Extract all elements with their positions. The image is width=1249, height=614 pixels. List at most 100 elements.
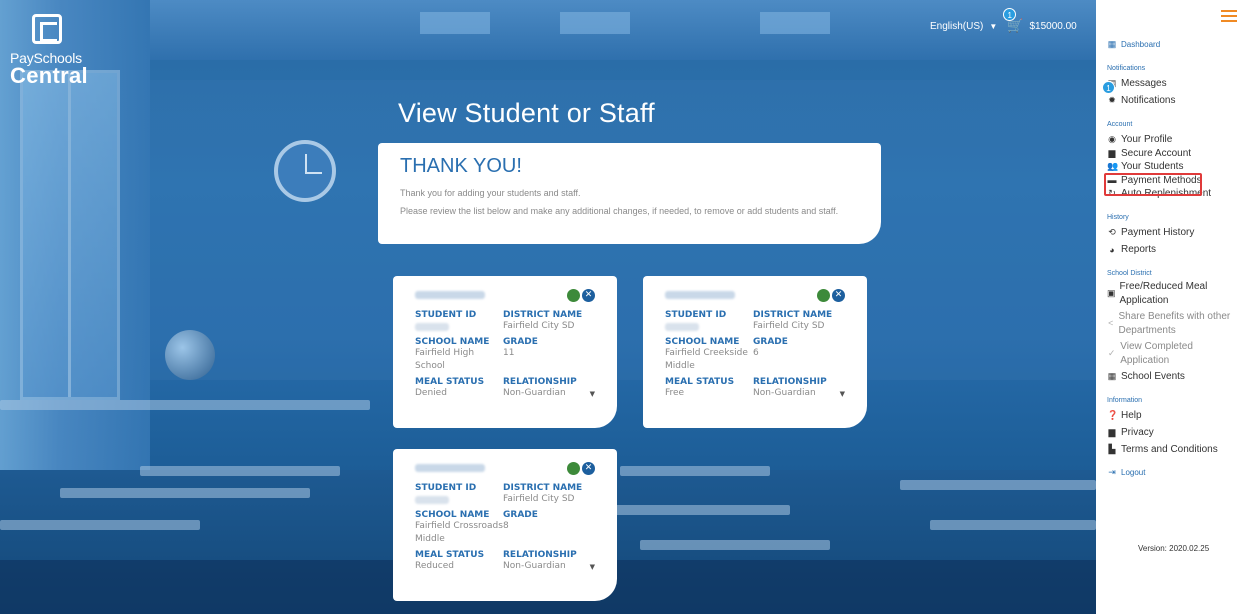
sidebar-item-label: Notifications (1121, 95, 1176, 106)
meal-status-value: Reduced (415, 561, 455, 571)
sidebar-item-help[interactable]: ❓ Help (1107, 407, 1249, 424)
logout-icon: ⇥ (1108, 467, 1116, 477)
school-name-value: Fairfield High School (415, 348, 475, 371)
user-circle-icon: ◉ (1108, 134, 1116, 144)
sidebar-item-label: Messages (1121, 78, 1167, 89)
desk (0, 400, 370, 410)
history-icon: ⟲ (1108, 227, 1116, 237)
section-school-district: School District (1107, 270, 1152, 277)
hamburger-menu-icon[interactable] (1221, 10, 1237, 25)
thank-you-card: THANK YOU! Thank you for adding your stu… (378, 143, 881, 244)
student-id-label: STUDENT ID (415, 483, 477, 493)
school-name-label: SCHOOL NAME (415, 510, 490, 520)
student-id-redacted (415, 323, 449, 331)
student-card: ✕ STUDENT ID DISTRICT NAME Fairfield Cit… (643, 276, 867, 428)
sidebar-item-label: Your Students (1121, 161, 1184, 172)
student-name-redacted (665, 291, 735, 299)
remove-student-button[interactable]: ✕ (582, 288, 595, 302)
messages-badge: 1 (1102, 81, 1115, 94)
sidebar-item-free-reduced-meal[interactable]: ▣ Free/Reduced Meal Application (1107, 280, 1235, 308)
student-id-redacted (665, 323, 699, 331)
logo-line2: Central (10, 63, 88, 88)
cart-button[interactable]: 1 🛒 (1003, 8, 1023, 34)
sidebar-item-notifications[interactable]: ✹ Notifications (1107, 92, 1249, 109)
student-id-label: STUDENT ID (415, 310, 477, 320)
relationship-select[interactable]: Non-Guardian ▼ (503, 560, 595, 573)
student-name-redacted (415, 291, 485, 299)
desk (60, 488, 310, 498)
logout-label: Logout (1121, 468, 1146, 477)
relationship-value: Non-Guardian (503, 561, 566, 571)
desk (0, 520, 200, 530)
section-history: History (1107, 214, 1129, 221)
users-icon: 👥 (1107, 161, 1119, 171)
topbar: English(US) ▼ 1 🛒 $15000.00 (930, 8, 1077, 34)
sidebar-item-label: View Completed Application (1120, 341, 1193, 366)
logo-mark-icon (32, 14, 62, 44)
sidebar-item-reports[interactable]: ◕ Reports (1107, 241, 1249, 258)
chevron-down-icon[interactable]: ▼ (989, 22, 997, 31)
sidebar-item-share-benefits[interactable]: < Share Benefits with other Departments (1107, 310, 1247, 338)
sidebar-item-privacy[interactable]: ▆ Privacy (1107, 424, 1249, 441)
language-select[interactable]: English(US) (930, 21, 983, 32)
status-active-icon[interactable] (817, 288, 830, 302)
logout-link[interactable]: ⇥ Logout (1107, 464, 1249, 481)
status-active-icon[interactable] (567, 288, 580, 302)
chevron-down-icon: ▼ (589, 389, 595, 398)
sidebar-item-school-events[interactable]: ▦ School Events (1107, 368, 1249, 385)
thank-you-text: Thank you for adding your students and s… (400, 188, 581, 198)
calendar-icon: ▦ (1107, 371, 1117, 381)
relationship-select[interactable]: Non-Guardian ▼ (503, 387, 595, 400)
form-icon: ▣ (1107, 288, 1116, 298)
sidebar-item-payment-history[interactable]: ⟲ Payment History (1107, 224, 1249, 241)
sidebar-item-label: School Events (1121, 371, 1185, 382)
relationship-label: RELATIONSHIP (753, 377, 827, 387)
dashboard-icon: ▦ (1107, 39, 1117, 49)
sidebar-item-label: Help (1121, 410, 1142, 421)
status-active-icon[interactable] (567, 461, 580, 475)
payschools-logo[interactable]: PaySchools Central (10, 14, 88, 89)
meal-status-label: MEAL STATUS (415, 377, 485, 387)
school-name-label: SCHOOL NAME (415, 337, 490, 347)
district-name-value: Fairfield City SD (503, 494, 575, 504)
sidebar-item-label: Privacy (1121, 427, 1154, 438)
desk (930, 520, 1096, 530)
meal-status-label: MEAL STATUS (415, 550, 485, 560)
sidebar-item-messages[interactable]: ▤ Messages (1107, 75, 1249, 92)
cart-total[interactable]: $15000.00 (1029, 21, 1076, 32)
help-icon: ❓ (1107, 410, 1119, 420)
grade-label: GRADE (503, 510, 538, 520)
chevron-down-icon: ▼ (839, 389, 845, 398)
student-name-redacted (415, 464, 485, 472)
grade-value: 11 (503, 348, 515, 358)
section-notifications: Notifications (1107, 65, 1146, 72)
sidebar-item-view-completed[interactable]: ✓ View Completed Application (1107, 340, 1235, 368)
sidebar-item-your-profile[interactable]: ◉ Your Profile (1107, 131, 1249, 148)
sidebar-menu: ▦ Dashboard Notifications ▤ Messages ✹ N… (1096, 0, 1249, 614)
district-name-value: Fairfield City SD (503, 321, 575, 331)
remove-student-button[interactable]: ✕ (832, 288, 845, 302)
your-students-highlight (1104, 173, 1202, 196)
chevron-down-icon: ▼ (589, 562, 595, 571)
version-text: Version: 2020.02.25 (1138, 544, 1210, 553)
bell-icon: ✹ (1108, 95, 1116, 105)
section-information: Information (1107, 397, 1143, 404)
sidebar-item-label: Reports (1121, 244, 1157, 255)
sidebar-item-dashboard[interactable]: ▦ Dashboard (1107, 36, 1249, 53)
school-name-label: SCHOOL NAME (665, 337, 740, 347)
ceiling-light (420, 12, 490, 34)
sidebar-item-label: Free/Reduced Meal Application (1119, 281, 1208, 306)
clock-icon (274, 140, 336, 202)
sidebar-item-label: Share Benefits with other Departments (1118, 311, 1231, 336)
desk (900, 480, 1096, 490)
remove-student-button[interactable]: ✕ (582, 461, 595, 475)
relationship-value: Non-Guardian (503, 388, 566, 398)
relationship-select[interactable]: Non-Guardian ▼ (753, 387, 845, 400)
meal-status-label: MEAL STATUS (665, 377, 735, 387)
sidebar-item-terms[interactable]: ▙ Terms and Conditions (1107, 441, 1249, 458)
relationship-value: Non-Guardian (753, 388, 816, 398)
school-name-value: Fairfield Creekside Middle (665, 348, 748, 371)
district-name-label: DISTRICT NAME (753, 310, 833, 320)
sidebar-item-secure-account[interactable]: ▆ Secure Account (1107, 148, 1249, 158)
school-name-value: Fairfield Crossroads Middle (415, 521, 503, 544)
